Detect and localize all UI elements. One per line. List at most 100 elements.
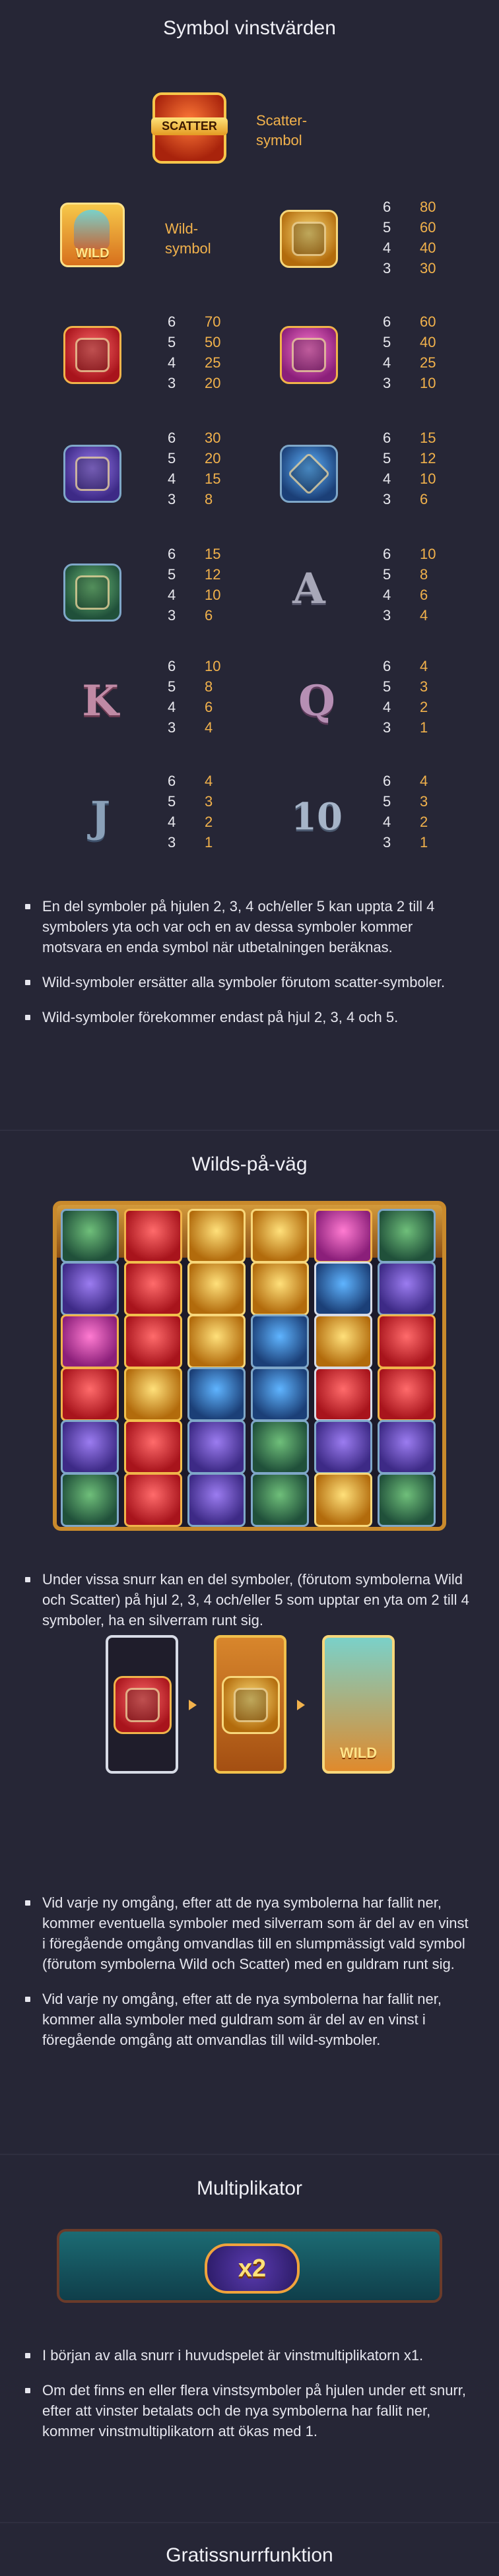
paytable-page: Symbol vinstvärden SCATTER Scatter- symb… <box>0 0 499 2576</box>
board-symbol-cell <box>61 1209 119 1263</box>
payout-row: 46 <box>168 697 220 717</box>
payout-value: 4 <box>205 719 213 736</box>
board-symbol-cell <box>124 1420 182 1474</box>
rule-bullet: Wild-symboler ersätter alla symboler för… <box>20 972 475 992</box>
board-symbol-cell <box>378 1314 436 1368</box>
paytable-j: 64534231 <box>168 771 213 853</box>
section-divider <box>0 2154 499 2155</box>
rule-bullet: Vid varje ny omgång, efter att de nya sy… <box>20 1989 475 2050</box>
symbol-count: 5 <box>168 678 176 695</box>
wild-caption: Wild- symbol <box>165 220 211 257</box>
payout-value: 20 <box>205 450 221 467</box>
board-symbol-cell <box>124 1314 182 1368</box>
symbol-count: 6 <box>168 658 176 674</box>
payout-row: 4 25 <box>383 352 436 373</box>
payout-row: 5 50 <box>168 332 220 352</box>
symbol-count: 3 <box>168 375 176 391</box>
symbol-count: 3 <box>383 491 391 507</box>
payout-value: 6 <box>420 491 428 507</box>
payout-row: 4 40 <box>383 238 436 258</box>
board-symbol-cell <box>124 1473 182 1527</box>
symbol-count: 3 <box>168 491 176 507</box>
payout-value: 30 <box>205 430 221 446</box>
board-symbol-cell <box>61 1420 119 1474</box>
payout-row: 31 <box>168 832 213 853</box>
payout-value: 25 <box>205 354 221 371</box>
symbol-count: 6 <box>168 313 176 330</box>
payout-value: 40 <box>420 240 436 256</box>
symbol-count: 6 <box>383 658 391 674</box>
payout-value: 2 <box>420 814 428 830</box>
symbol-count: 4 <box>383 587 391 603</box>
payout-value: 50 <box>205 334 221 350</box>
board-symbol-cell <box>378 1473 436 1527</box>
wilds-intro-bullets: Under vissa snurr kan en del symboler, (… <box>20 1569 475 1645</box>
payout-value: 12 <box>205 566 221 583</box>
symbol-count: 5 <box>383 678 391 695</box>
multiplier-badge: x2 <box>205 2243 300 2294</box>
section-divider <box>0 2522 499 2523</box>
paytable-ten: 64534231 <box>383 771 428 853</box>
payout-value: 10 <box>205 587 221 603</box>
board-symbol-cell <box>314 1209 372 1263</box>
board-symbol-cell <box>124 1262 182 1316</box>
board-symbol-cell <box>251 1314 309 1368</box>
payout-row: 4 10 <box>383 468 436 489</box>
payout-row: 53 <box>383 676 428 697</box>
symbol-count: 4 <box>383 699 391 715</box>
symbol-count: 5 <box>168 450 176 467</box>
board-symbol-cell <box>378 1209 436 1263</box>
payout-value: 60 <box>420 219 436 236</box>
multiplier-bullets: I början av alla snurr i huvudspelet är … <box>20 2345 475 2456</box>
payout-value: 8 <box>205 491 213 507</box>
rule-bullet: Vid varje ny omgång, efter att de nya sy… <box>20 1892 475 1974</box>
symbol-values-bullets: En del symboler på hjulen 2, 3, 4 och/el… <box>20 896 475 1042</box>
rule-bullet: Wild-symboler förekommer endast på hjul … <box>20 1007 475 1027</box>
payout-value: 10 <box>420 546 436 562</box>
payout-row: 42 <box>168 812 213 832</box>
symbol-count: 4 <box>168 699 176 715</box>
board-symbol-cell <box>251 1473 309 1527</box>
payout-value: 10 <box>205 658 221 674</box>
game-board-illustration <box>53 1201 446 1531</box>
rule-bullet: En del symboler på hjulen 2, 3, 4 och/el… <box>20 896 475 957</box>
letter-j-glyph: J <box>90 792 111 842</box>
payout-row: 5 20 <box>168 448 220 468</box>
symbol-count: 4 <box>383 814 391 830</box>
payout-row: 5 12 <box>383 448 436 468</box>
symbol-count: 4 <box>383 470 391 487</box>
payout-row: 5 12 <box>168 564 220 585</box>
payout-value: 3 <box>420 793 428 810</box>
payout-value: 2 <box>205 814 213 830</box>
arrow-right-icon <box>297 1700 305 1710</box>
symbol-count: 5 <box>168 334 176 350</box>
symbol-count: 4 <box>383 240 391 256</box>
payout-row: 36 <box>383 489 436 509</box>
payout-value: 3 <box>420 678 428 695</box>
letter-k-symbol-icon: K <box>66 666 135 735</box>
purple-bird-symbol-icon <box>58 439 127 508</box>
payout-row: 36 <box>168 605 220 626</box>
board-symbol-cell <box>251 1367 309 1421</box>
multiplier-banner: x2 <box>57 2229 442 2303</box>
payout-value: 8 <box>420 566 428 583</box>
payout-row: 46 <box>383 585 436 605</box>
symbol-count: 4 <box>168 814 176 830</box>
payout-value: 12 <box>420 450 436 467</box>
board-symbol-cell <box>378 1367 436 1421</box>
payout-row: 4 10 <box>168 585 220 605</box>
payout-value: 10 <box>420 470 436 487</box>
ten-symbol-icon: 10 <box>283 783 351 851</box>
symbol-count: 3 <box>168 834 176 851</box>
payout-row: 6 60 <box>383 311 436 332</box>
symbol-count: 4 <box>383 354 391 371</box>
letter-k-glyph: K <box>82 676 119 726</box>
rule-bullet: I början av alla snurr i huvudspelet är … <box>20 2345 475 2366</box>
letter-q-glyph: Q <box>298 676 335 726</box>
board-symbol-cell <box>251 1209 309 1263</box>
symbol-count: 5 <box>383 566 391 583</box>
symbol-count: 5 <box>383 334 391 350</box>
symbol-count: 6 <box>168 546 176 562</box>
board-symbol-cell <box>314 1473 372 1527</box>
payout-row: 64 <box>383 771 428 791</box>
